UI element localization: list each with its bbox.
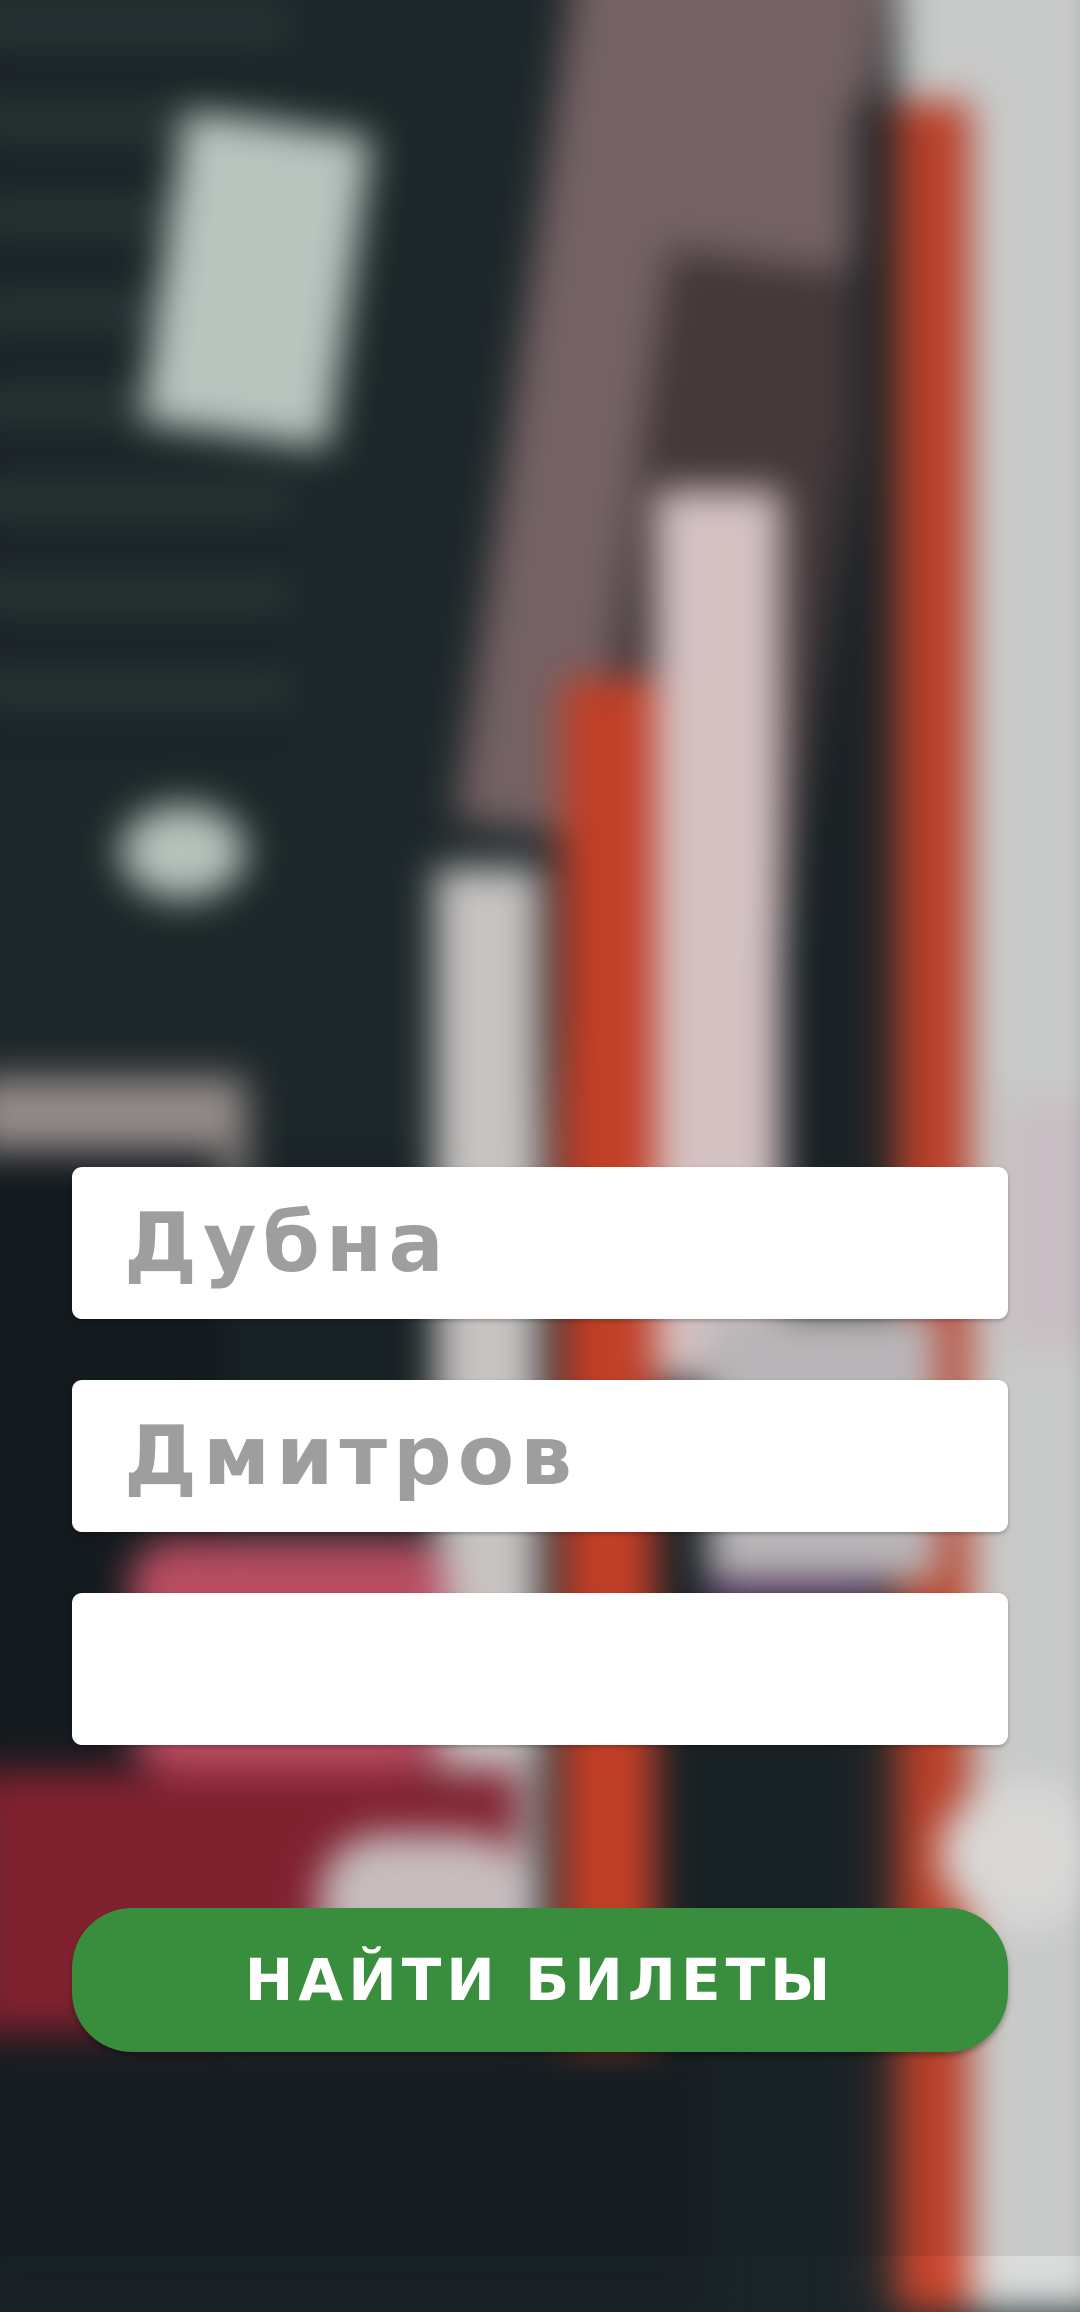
departure-city-field[interactable]: Дубна <box>72 1167 1008 1319</box>
travel-date-field[interactable] <box>72 1593 1008 1745</box>
find-tickets-button[interactable]: НАЙТИ БИЛЕТЫ <box>72 1908 1008 2052</box>
departure-city-value: Дубна <box>124 1195 450 1291</box>
arrival-city-value: Дмитров <box>124 1408 578 1504</box>
find-tickets-label: НАЙТИ БИЛЕТЫ <box>244 1946 836 2014</box>
arrival-city-field[interactable]: Дмитров <box>72 1380 1008 1532</box>
